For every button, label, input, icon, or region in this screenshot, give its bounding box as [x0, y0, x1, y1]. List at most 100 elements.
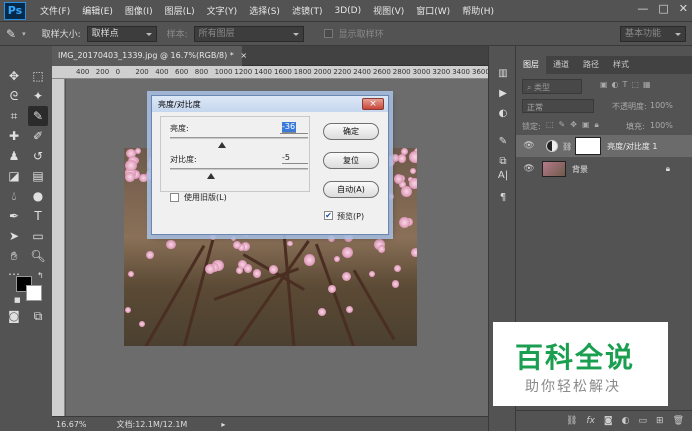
dialog-close-button[interactable]: ×: [362, 98, 384, 110]
eraser-tool-icon[interactable]: ◪: [4, 166, 24, 186]
ruler-tick-label: 2400: [353, 68, 372, 76]
menu-window[interactable]: 窗口(W): [410, 4, 456, 17]
rectangle-tool-icon[interactable]: ▭: [28, 226, 48, 246]
path-selection-tool-icon[interactable]: ➤: [4, 226, 24, 246]
menu-file[interactable]: 文件(F): [34, 4, 76, 17]
status-bar: 16.67% 文档:12.1M/12.1M ▸: [52, 416, 488, 431]
crop-tool-icon[interactable]: ⌗: [4, 106, 24, 126]
workspace-select[interactable]: 基本功能: [620, 25, 686, 42]
preview-label: 预览(P): [337, 212, 365, 221]
ok-button[interactable]: 确定: [323, 123, 379, 140]
screen-mode-icon[interactable]: ⧉: [28, 306, 48, 326]
menu-select[interactable]: 选择(S): [243, 4, 286, 17]
minimize-icon[interactable]: —: [637, 2, 648, 15]
menu-help[interactable]: 帮助(H): [456, 4, 500, 17]
lock-icons[interactable]: ⬚✎✥▣🔒︎: [546, 120, 604, 130]
contrast-slider-track[interactable]: [170, 168, 308, 170]
blossom: [287, 241, 293, 247]
tab-channels[interactable]: 通道: [546, 56, 576, 74]
menu-filter[interactable]: 滤镜(T): [286, 4, 329, 17]
watermark-subtitle: 助你轻松解决: [525, 379, 621, 395]
layer-kind-filter[interactable]: ⌕ 类型: [522, 79, 582, 94]
background-color-swatch[interactable]: [26, 285, 42, 301]
menu-layer[interactable]: 图层(L): [159, 4, 201, 17]
blur-tool-icon[interactable]: 💧︎: [4, 186, 24, 206]
visibility-eye-icon[interactable]: 👁︎: [522, 164, 536, 174]
add-mask-icon[interactable]: ◙: [604, 416, 613, 426]
dodge-tool-icon[interactable]: ●: [28, 186, 48, 206]
history-brush-tool-icon[interactable]: ↺: [28, 146, 48, 166]
fill-value[interactable]: 100%: [650, 121, 673, 130]
new-group-icon[interactable]: ▭: [639, 416, 648, 426]
character-panel-icon[interactable]: A|: [495, 168, 511, 184]
tab-paths[interactable]: 路径: [576, 56, 606, 74]
brightness-input[interactable]: -36: [282, 122, 296, 133]
zoom-tool-icon[interactable]: 🔍︎: [28, 246, 48, 266]
tab-layers[interactable]: 图层: [516, 56, 546, 74]
auto-button[interactable]: 自动(A): [323, 181, 379, 198]
sample-size-select[interactable]: 取样点: [86, 25, 157, 42]
hand-tool-icon[interactable]: ✋︎: [4, 246, 24, 266]
close-icon[interactable]: ✕: [679, 2, 688, 15]
history-panel-icon[interactable]: ▥: [495, 66, 511, 82]
move-tool-icon[interactable]: ✥: [4, 66, 24, 86]
lock-icon: 🔒︎: [665, 164, 670, 173]
clone-stamp-tool-icon[interactable]: ♟: [4, 146, 24, 166]
healing-brush-tool-icon[interactable]: ✚: [4, 126, 24, 146]
preview-checkbox[interactable]: ✔: [324, 211, 333, 220]
layer-row-background[interactable]: 👁︎ 背景 🔒︎: [516, 158, 692, 180]
visibility-eye-icon[interactable]: 👁︎: [522, 141, 536, 151]
status-arrow-icon[interactable]: ▸: [221, 420, 225, 429]
brush-tool-icon[interactable]: ✐: [28, 126, 48, 146]
brightness-slider-thumb[interactable]: [218, 138, 227, 148]
menu-image[interactable]: 图像(I): [119, 4, 159, 17]
show-ring-checkbox[interactable]: [323, 29, 333, 38]
blossom: [333, 255, 340, 262]
contrast-slider-thumb[interactable]: [207, 169, 216, 179]
menu-type[interactable]: 文字(Y): [201, 4, 244, 17]
zoom-level[interactable]: 16.67%: [56, 420, 87, 429]
layer-row-adjustment[interactable]: 👁︎ ⛓︎ 亮度/对比度 1: [516, 135, 692, 157]
document-tab-close-icon[interactable]: ×: [240, 51, 247, 60]
marquee-tool-icon[interactable]: ⬚: [28, 66, 48, 86]
document-tab[interactable]: IMG_20170403_1339.jpg @ 16.7%(RGB/8) * ×: [52, 46, 247, 66]
opacity-value[interactable]: 100%: [650, 101, 673, 110]
brightness-slider-track[interactable]: [170, 137, 308, 139]
new-layer-icon[interactable]: ⊞: [656, 416, 664, 426]
reset-button[interactable]: 复位: [323, 152, 379, 169]
blossom: [303, 254, 316, 266]
layer-style-icon[interactable]: fx: [586, 416, 595, 426]
gradient-tool-icon[interactable]: ▤: [28, 166, 48, 186]
menu-edit[interactable]: 编辑(E): [76, 4, 119, 17]
sample-select[interactable]: 所有图层: [193, 25, 304, 42]
new-adjustment-icon[interactable]: ◐: [622, 416, 630, 426]
paragraph-panel-icon[interactable]: ¶: [495, 190, 511, 206]
properties-panel-icon[interactable]: ◐: [495, 106, 511, 122]
default-colors-icon[interactable]: ■: [14, 296, 21, 304]
brush-panel-icon[interactable]: ✎: [495, 134, 511, 150]
magic-wand-tool-icon[interactable]: ✦: [28, 86, 48, 106]
tab-styles[interactable]: 样式: [606, 56, 636, 74]
pen-tool-icon[interactable]: ✒: [4, 206, 24, 226]
eyedropper-tool-icon[interactable]: ✎: [28, 106, 48, 126]
tool-preset-dropdown-icon[interactable]: ▾: [22, 30, 26, 38]
ruler-tick-label: 1800: [293, 68, 312, 76]
maximize-icon[interactable]: □: [658, 2, 668, 15]
actions-panel-icon[interactable]: ▶: [495, 86, 511, 102]
blend-mode-select[interactable]: 正常: [522, 99, 594, 113]
menu-view[interactable]: 视图(V): [367, 4, 410, 17]
layer-kind-filter-label: 类型: [534, 83, 551, 92]
delete-layer-icon[interactable]: 🗑︎: [673, 416, 684, 426]
blossom: [127, 271, 134, 278]
eyedropper-icon[interactable]: ✎: [6, 27, 16, 41]
quick-mask-icon[interactable]: ◙: [4, 306, 24, 326]
contrast-input[interactable]: -5: [282, 153, 308, 164]
swap-colors-icon[interactable]: ↰: [37, 271, 44, 280]
watermark-overlay: 百科全说 助你轻松解决: [493, 322, 668, 406]
menu-3d[interactable]: 3D(D): [328, 6, 367, 16]
type-tool-icon[interactable]: T: [28, 206, 48, 226]
lasso-tool-icon[interactable]: ᘓ: [4, 86, 24, 106]
filter-type-icons[interactable]: ▣◐T⬚▦: [600, 80, 655, 89]
use-legacy-checkbox[interactable]: [170, 193, 179, 202]
link-layers-icon[interactable]: ⛓︎: [566, 416, 577, 426]
